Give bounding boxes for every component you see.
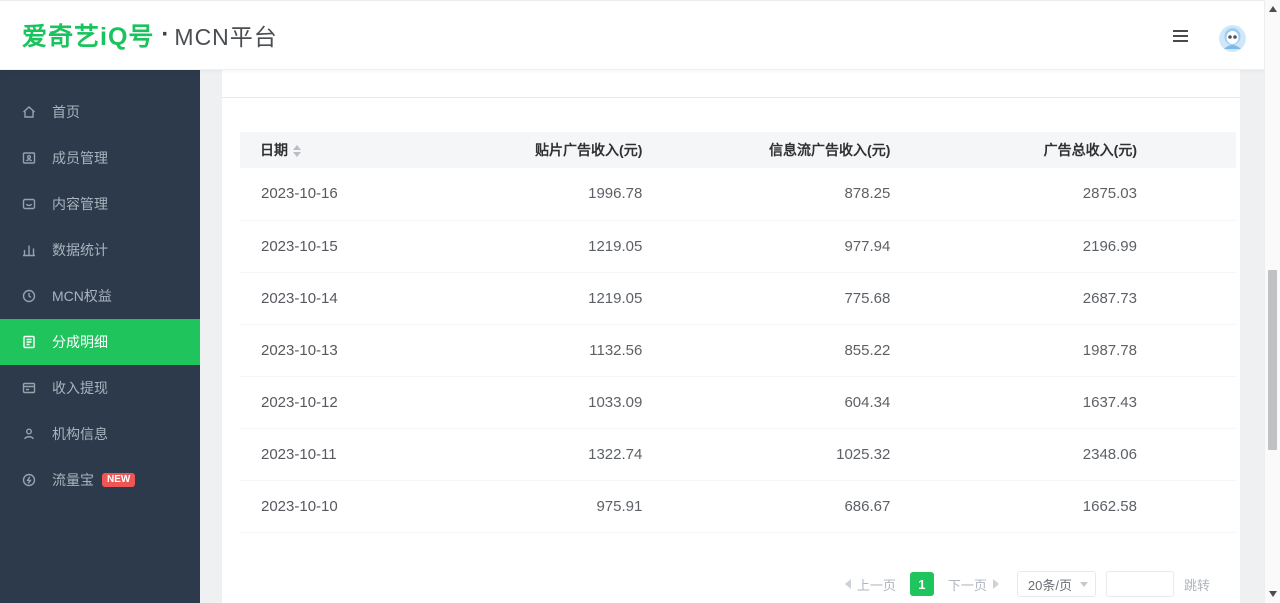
cell-date: 2023-10-16 [240, 168, 439, 220]
cell-total: 2348.06 [890, 428, 1236, 480]
page-size-select[interactable]: 20条/页 [1017, 571, 1096, 597]
column-header-patch-ad: 贴片广告收入(元) [439, 132, 642, 168]
cell-date: 2023-10-15 [240, 220, 439, 272]
cell-patch-ad: 1132.56 [439, 324, 642, 376]
sidebar-item-label: 机构信息 [52, 424, 108, 444]
brand-product-name: MCN平台 [174, 18, 277, 52]
cell-feed-ad: 775.68 [642, 272, 890, 324]
pagination: 上一页 1 下一页 20条/页 跳转 [839, 571, 1210, 597]
column-header-date[interactable]: 日期 [240, 132, 439, 168]
top-header: 爱奇艺iQ号 · MCN平台 [0, 0, 1280, 70]
sidebar-nav: 首页 成员管理 内容管理 数据统计 MCN权益 分成明细 收入提现 [0, 70, 200, 603]
org-icon [21, 426, 37, 442]
prev-page-button[interactable]: 上一页 [839, 575, 902, 594]
current-page-button[interactable]: 1 [910, 572, 934, 596]
next-page-button[interactable]: 下一页 [942, 575, 1005, 594]
stats-icon [21, 242, 37, 258]
cell-total: 1637.43 [890, 376, 1236, 428]
table-row: 2023-10-11 1322.74 1025.32 2348.06 [240, 428, 1236, 480]
cell-patch-ad: 1219.05 [439, 220, 642, 272]
cell-total: 1662.58 [890, 480, 1236, 532]
column-header-total: 广告总收入(元) [890, 132, 1236, 168]
brand-dot: · [161, 21, 169, 49]
table-row: 2023-10-12 1033.09 604.34 1637.43 [240, 376, 1236, 428]
chevron-down-icon [1080, 582, 1088, 587]
menu-icon[interactable] [1173, 30, 1188, 42]
cell-date: 2023-10-11 [240, 428, 439, 480]
new-badge: NEW [102, 473, 135, 487]
sidebar-item-label: 成员管理 [52, 148, 108, 168]
cell-date: 2023-10-12 [240, 376, 439, 428]
sidebar-item-mcn-rights[interactable]: MCN权益 [0, 273, 200, 319]
cell-patch-ad: 1219.05 [439, 272, 642, 324]
scrollbar[interactable] [1264, 0, 1280, 603]
cell-feed-ad: 878.25 [642, 168, 890, 220]
sidebar-item-members[interactable]: 成员管理 [0, 135, 200, 181]
sidebar-item-label: 流量宝 [52, 470, 94, 490]
cell-feed-ad: 855.22 [642, 324, 890, 376]
cell-date: 2023-10-10 [240, 480, 439, 532]
sidebar-item-traffic[interactable]: 流量宝 NEW [0, 457, 200, 503]
scroll-up-icon[interactable] [1269, 6, 1277, 12]
cell-patch-ad: 1322.74 [439, 428, 642, 480]
share-detail-icon [21, 334, 37, 350]
sidebar-item-label: MCN权益 [52, 286, 112, 306]
members-icon [21, 150, 37, 166]
sidebar-item-content[interactable]: 内容管理 [0, 181, 200, 227]
clock-icon [21, 288, 37, 304]
table-row: 2023-10-13 1132.56 855.22 1987.78 [240, 324, 1236, 376]
revenue-table: 日期 贴片广告收入(元) 信息流广告收入(元) 广告总收入(元) 2023-10… [240, 132, 1236, 533]
main-content: 日期 贴片广告收入(元) 信息流广告收入(元) 广告总收入(元) 2023-10… [200, 70, 1264, 603]
sidebar-item-home[interactable]: 首页 [0, 89, 200, 135]
cell-feed-ad: 977.94 [642, 220, 890, 272]
sidebar-item-label: 收入提现 [52, 378, 108, 398]
sidebar-item-label: 数据统计 [52, 240, 108, 260]
column-header-feed-ad: 信息流广告收入(元) [642, 132, 890, 168]
scroll-down-icon[interactable] [1269, 591, 1277, 597]
cell-total: 2196.99 [890, 220, 1236, 272]
card-top-divider [222, 97, 1240, 98]
cell-total: 2875.03 [890, 168, 1236, 220]
table-row: 2023-10-10 975.91 686.67 1662.58 [240, 480, 1236, 532]
cell-date: 2023-10-13 [240, 324, 439, 376]
withdraw-icon [21, 380, 37, 396]
sidebar-item-org-info[interactable]: 机构信息 [0, 411, 200, 457]
jump-page-input[interactable] [1106, 571, 1174, 597]
content-card: 日期 贴片广告收入(元) 信息流广告收入(元) 广告总收入(元) 2023-10… [222, 70, 1240, 603]
table-row: 2023-10-16 1996.78 878.25 2875.03 [240, 168, 1236, 220]
revenue-table-wrap: 日期 贴片广告收入(元) 信息流广告收入(元) 广告总收入(元) 2023-10… [240, 132, 1236, 533]
sidebar-item-share-detail[interactable]: 分成明细 [0, 319, 200, 365]
scrollbar-thumb[interactable] [1268, 270, 1277, 450]
cell-patch-ad: 1996.78 [439, 168, 642, 220]
content-icon [21, 196, 37, 212]
cell-total: 1987.78 [890, 324, 1236, 376]
table-row: 2023-10-14 1219.05 775.68 2687.73 [240, 272, 1236, 324]
table-row: 2023-10-15 1219.05 977.94 2196.99 [240, 220, 1236, 272]
user-avatar[interactable] [1219, 25, 1246, 52]
sidebar-item-label: 分成明细 [52, 332, 108, 352]
cell-total: 2687.73 [890, 272, 1236, 324]
brand-logo: 爱奇艺iQ号 [22, 17, 154, 53]
next-arrow-icon [993, 579, 999, 589]
sidebar-item-withdraw[interactable]: 收入提现 [0, 365, 200, 411]
sort-icon[interactable] [293, 145, 301, 157]
cell-feed-ad: 1025.32 [642, 428, 890, 480]
cell-date: 2023-10-14 [240, 272, 439, 324]
cell-feed-ad: 604.34 [642, 376, 890, 428]
cell-patch-ad: 1033.09 [439, 376, 642, 428]
prev-arrow-icon [845, 579, 851, 589]
jump-button[interactable]: 跳转 [1184, 575, 1210, 594]
traffic-icon [21, 472, 37, 488]
table-header-row: 日期 贴片广告收入(元) 信息流广告收入(元) 广告总收入(元) [240, 132, 1236, 168]
cell-patch-ad: 975.91 [439, 480, 642, 532]
sidebar-item-label: 内容管理 [52, 194, 108, 214]
sidebar-item-stats[interactable]: 数据统计 [0, 227, 200, 273]
sidebar-item-label: 首页 [52, 102, 80, 122]
cell-feed-ad: 686.67 [642, 480, 890, 532]
home-icon [21, 104, 37, 120]
